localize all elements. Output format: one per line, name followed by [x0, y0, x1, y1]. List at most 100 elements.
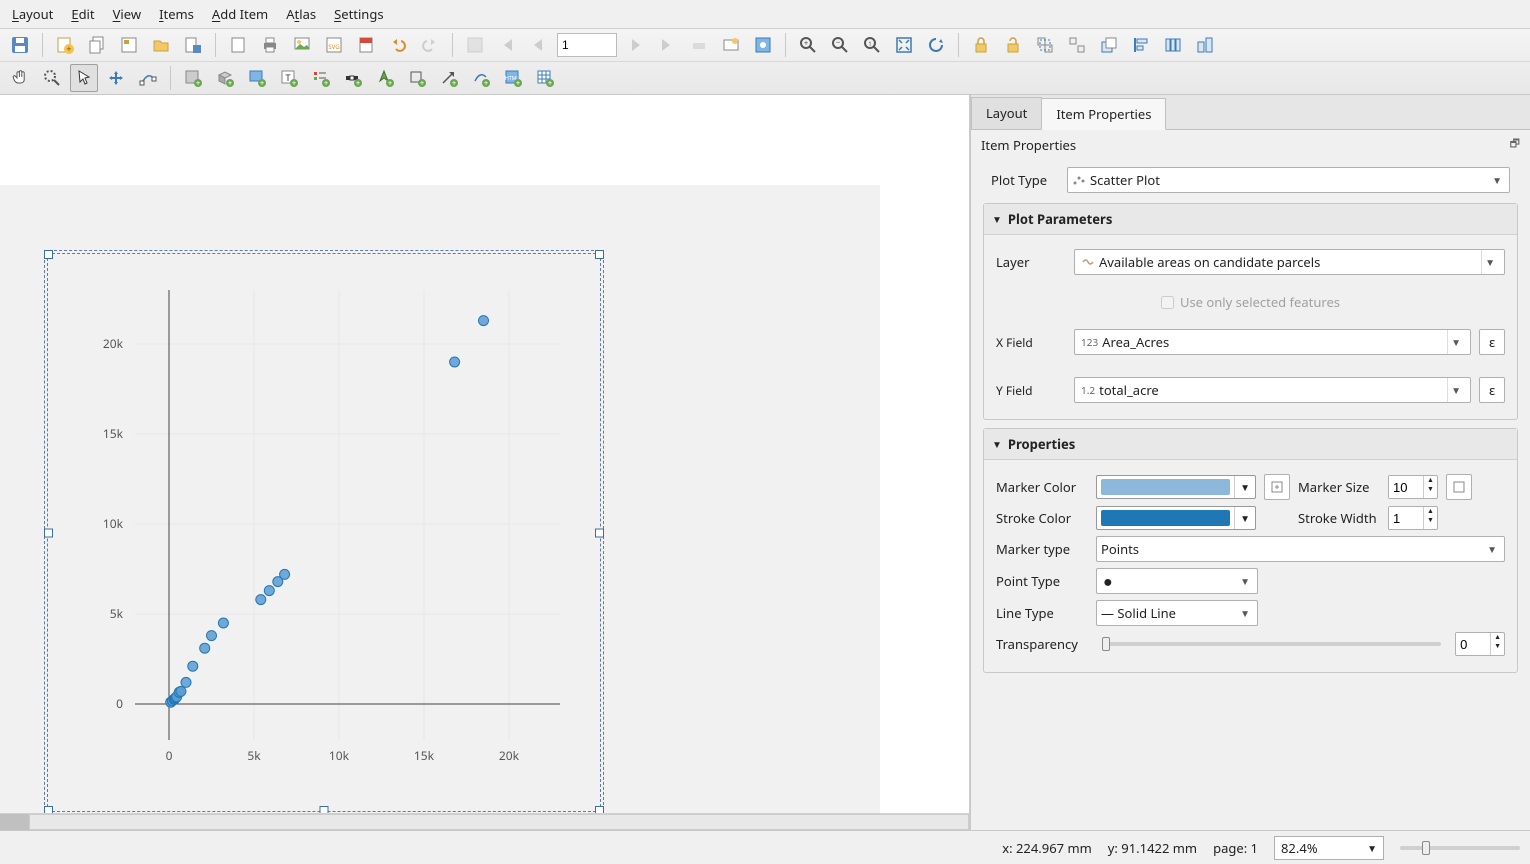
unlock-items-icon[interactable] [999, 31, 1027, 59]
svg-text:SVG: SVG [328, 43, 339, 51]
svg-text:5k: 5k [247, 747, 261, 764]
edit-nodes-icon[interactable] [134, 64, 162, 92]
new-layout-icon[interactable]: + [51, 31, 79, 59]
svg-text:+: + [292, 78, 297, 89]
menu-atlas[interactable]: Atlas [278, 2, 324, 26]
move-content-icon[interactable] [102, 64, 130, 92]
menu-add-item[interactable]: Add Item [204, 2, 276, 26]
main-area: 05k10k15k20k05k10k15k20k Layout Item Pro… [0, 95, 1530, 830]
marker-color-datadef[interactable] [1264, 474, 1290, 500]
menu-edit[interactable]: Edit [63, 2, 102, 26]
marker-size-spin[interactable]: ▲▼ [1388, 475, 1438, 499]
x-expression-button[interactable]: ε [1479, 329, 1505, 355]
zoom-combobox[interactable]: 82.4%▼ [1274, 836, 1384, 860]
open-icon[interactable] [147, 31, 175, 59]
lock-items-icon[interactable] [967, 31, 995, 59]
panel-restore-icon[interactable]: 🗗 [1510, 135, 1520, 154]
svg-text:10k: 10k [329, 747, 350, 764]
y-expression-button[interactable]: ε [1479, 377, 1505, 403]
pan-tool-icon[interactable] [6, 64, 34, 92]
add-3dmap-icon[interactable]: + [211, 64, 239, 92]
marker-type-combobox[interactable]: Points▼ [1096, 536, 1505, 562]
transparency-slider[interactable] [1096, 642, 1447, 646]
layer-label: Layer [996, 253, 1066, 271]
add-label-icon[interactable]: T+ [275, 64, 303, 92]
add-table-icon[interactable]: + [531, 64, 559, 92]
properties-header[interactable]: ▼Properties [984, 429, 1517, 460]
export-pdf-icon[interactable] [352, 31, 380, 59]
line-type-label: Line Type [996, 604, 1088, 622]
layer-combobox[interactable]: Available areas on candidate parcels ▼ [1074, 249, 1505, 275]
tab-item-properties[interactable]: Item Properties [1041, 98, 1166, 130]
svg-text:+: + [452, 78, 457, 89]
add-map-icon[interactable]: + [179, 64, 207, 92]
plot-type-combobox[interactable]: Scatter Plot ▼ [1067, 167, 1510, 193]
add-html-icon[interactable]: HTML+ [499, 64, 527, 92]
print-icon[interactable] [256, 31, 284, 59]
refresh-icon[interactable] [922, 31, 950, 59]
group-icon[interactable] [1031, 31, 1059, 59]
ungroup-icon[interactable] [1063, 31, 1091, 59]
add-shape-icon[interactable]: + [403, 64, 431, 92]
page-setup-icon[interactable] [224, 31, 252, 59]
add-legend-icon[interactable]: + [307, 64, 335, 92]
point-type-combobox[interactable]: ●▼ [1096, 568, 1258, 594]
horizontal-scrollbar[interactable] [0, 813, 969, 830]
menu-view[interactable]: View [105, 2, 149, 26]
resize-icon[interactable] [1191, 31, 1219, 59]
transparency-spin[interactable]: ▲▼ [1455, 632, 1505, 656]
save-icon[interactable] [6, 31, 34, 59]
svg-text:1: 1 [868, 40, 871, 48]
menu-items[interactable]: Items [151, 2, 202, 26]
select-tool-icon[interactable] [70, 64, 98, 92]
atlas-export-image-icon[interactable] [717, 31, 745, 59]
svg-text:15k: 15k [414, 747, 435, 764]
plot-parameters-group: ▼Plot Parameters Layer Available areas o… [983, 203, 1518, 420]
undo-icon[interactable] [384, 31, 412, 59]
zoom-out-icon[interactable]: − [826, 31, 854, 59]
add-northarrow-icon[interactable]: + [371, 64, 399, 92]
next-feature-icon [621, 31, 649, 59]
layout-manager-icon[interactable] [115, 31, 143, 59]
zoom-slider[interactable] [1400, 846, 1520, 850]
svg-text:+: + [548, 78, 553, 89]
svg-text:+: + [420, 78, 425, 89]
export-svg-icon[interactable]: SVG [320, 31, 348, 59]
zoom-tool-icon[interactable] [38, 64, 66, 92]
atlas-page-input[interactable] [557, 33, 617, 57]
menu-settings[interactable]: Settings [326, 2, 391, 26]
stroke-width-label: Stroke Width [1298, 509, 1380, 527]
status-x: x: 224.967 mm [1002, 839, 1092, 857]
svg-text:+: + [324, 78, 329, 89]
zoom-in-icon[interactable]: + [794, 31, 822, 59]
stroke-width-spin[interactable]: ▲▼ [1388, 506, 1438, 530]
export-image-icon[interactable] [288, 31, 316, 59]
menu-layout[interactable]: Layout [4, 2, 61, 26]
add-arrow-icon[interactable]: + [435, 64, 463, 92]
plot-parameters-header[interactable]: ▼Plot Parameters [984, 204, 1517, 235]
add-scalebar-icon[interactable]: + [339, 64, 367, 92]
stroke-color-button[interactable]: ▼ [1096, 506, 1256, 530]
duplicate-layout-icon[interactable] [83, 31, 111, 59]
marker-size-label: Marker Size [1298, 478, 1380, 496]
svg-text:T: T [285, 71, 290, 84]
svg-text:+: + [356, 78, 361, 89]
distribute-icon[interactable] [1159, 31, 1187, 59]
align-left-icon[interactable] [1127, 31, 1155, 59]
raise-icon[interactable] [1095, 31, 1123, 59]
add-picture-icon[interactable]: + [243, 64, 271, 92]
save-template-icon[interactable] [179, 31, 207, 59]
marker-size-datadef[interactable] [1446, 474, 1472, 500]
marker-color-label: Marker Color [996, 478, 1088, 496]
canvas[interactable]: 05k10k15k20k05k10k15k20k [0, 95, 969, 813]
svg-text:0: 0 [116, 695, 123, 712]
x-field-combobox[interactable]: 123 Area_Acres ▼ [1074, 329, 1471, 355]
marker-color-button[interactable]: ▼ [1096, 475, 1256, 499]
add-nodeitem-icon[interactable]: + [467, 64, 495, 92]
y-field-combobox[interactable]: 1.2 total_acre ▼ [1074, 377, 1471, 403]
atlas-settings-icon[interactable] [749, 31, 777, 59]
line-type-combobox[interactable]: — Solid Line▼ [1096, 600, 1258, 626]
tab-layout[interactable]: Layout [971, 97, 1042, 129]
zoom-fit-icon[interactable] [890, 31, 918, 59]
zoom-actual-icon[interactable]: 1 [858, 31, 886, 59]
